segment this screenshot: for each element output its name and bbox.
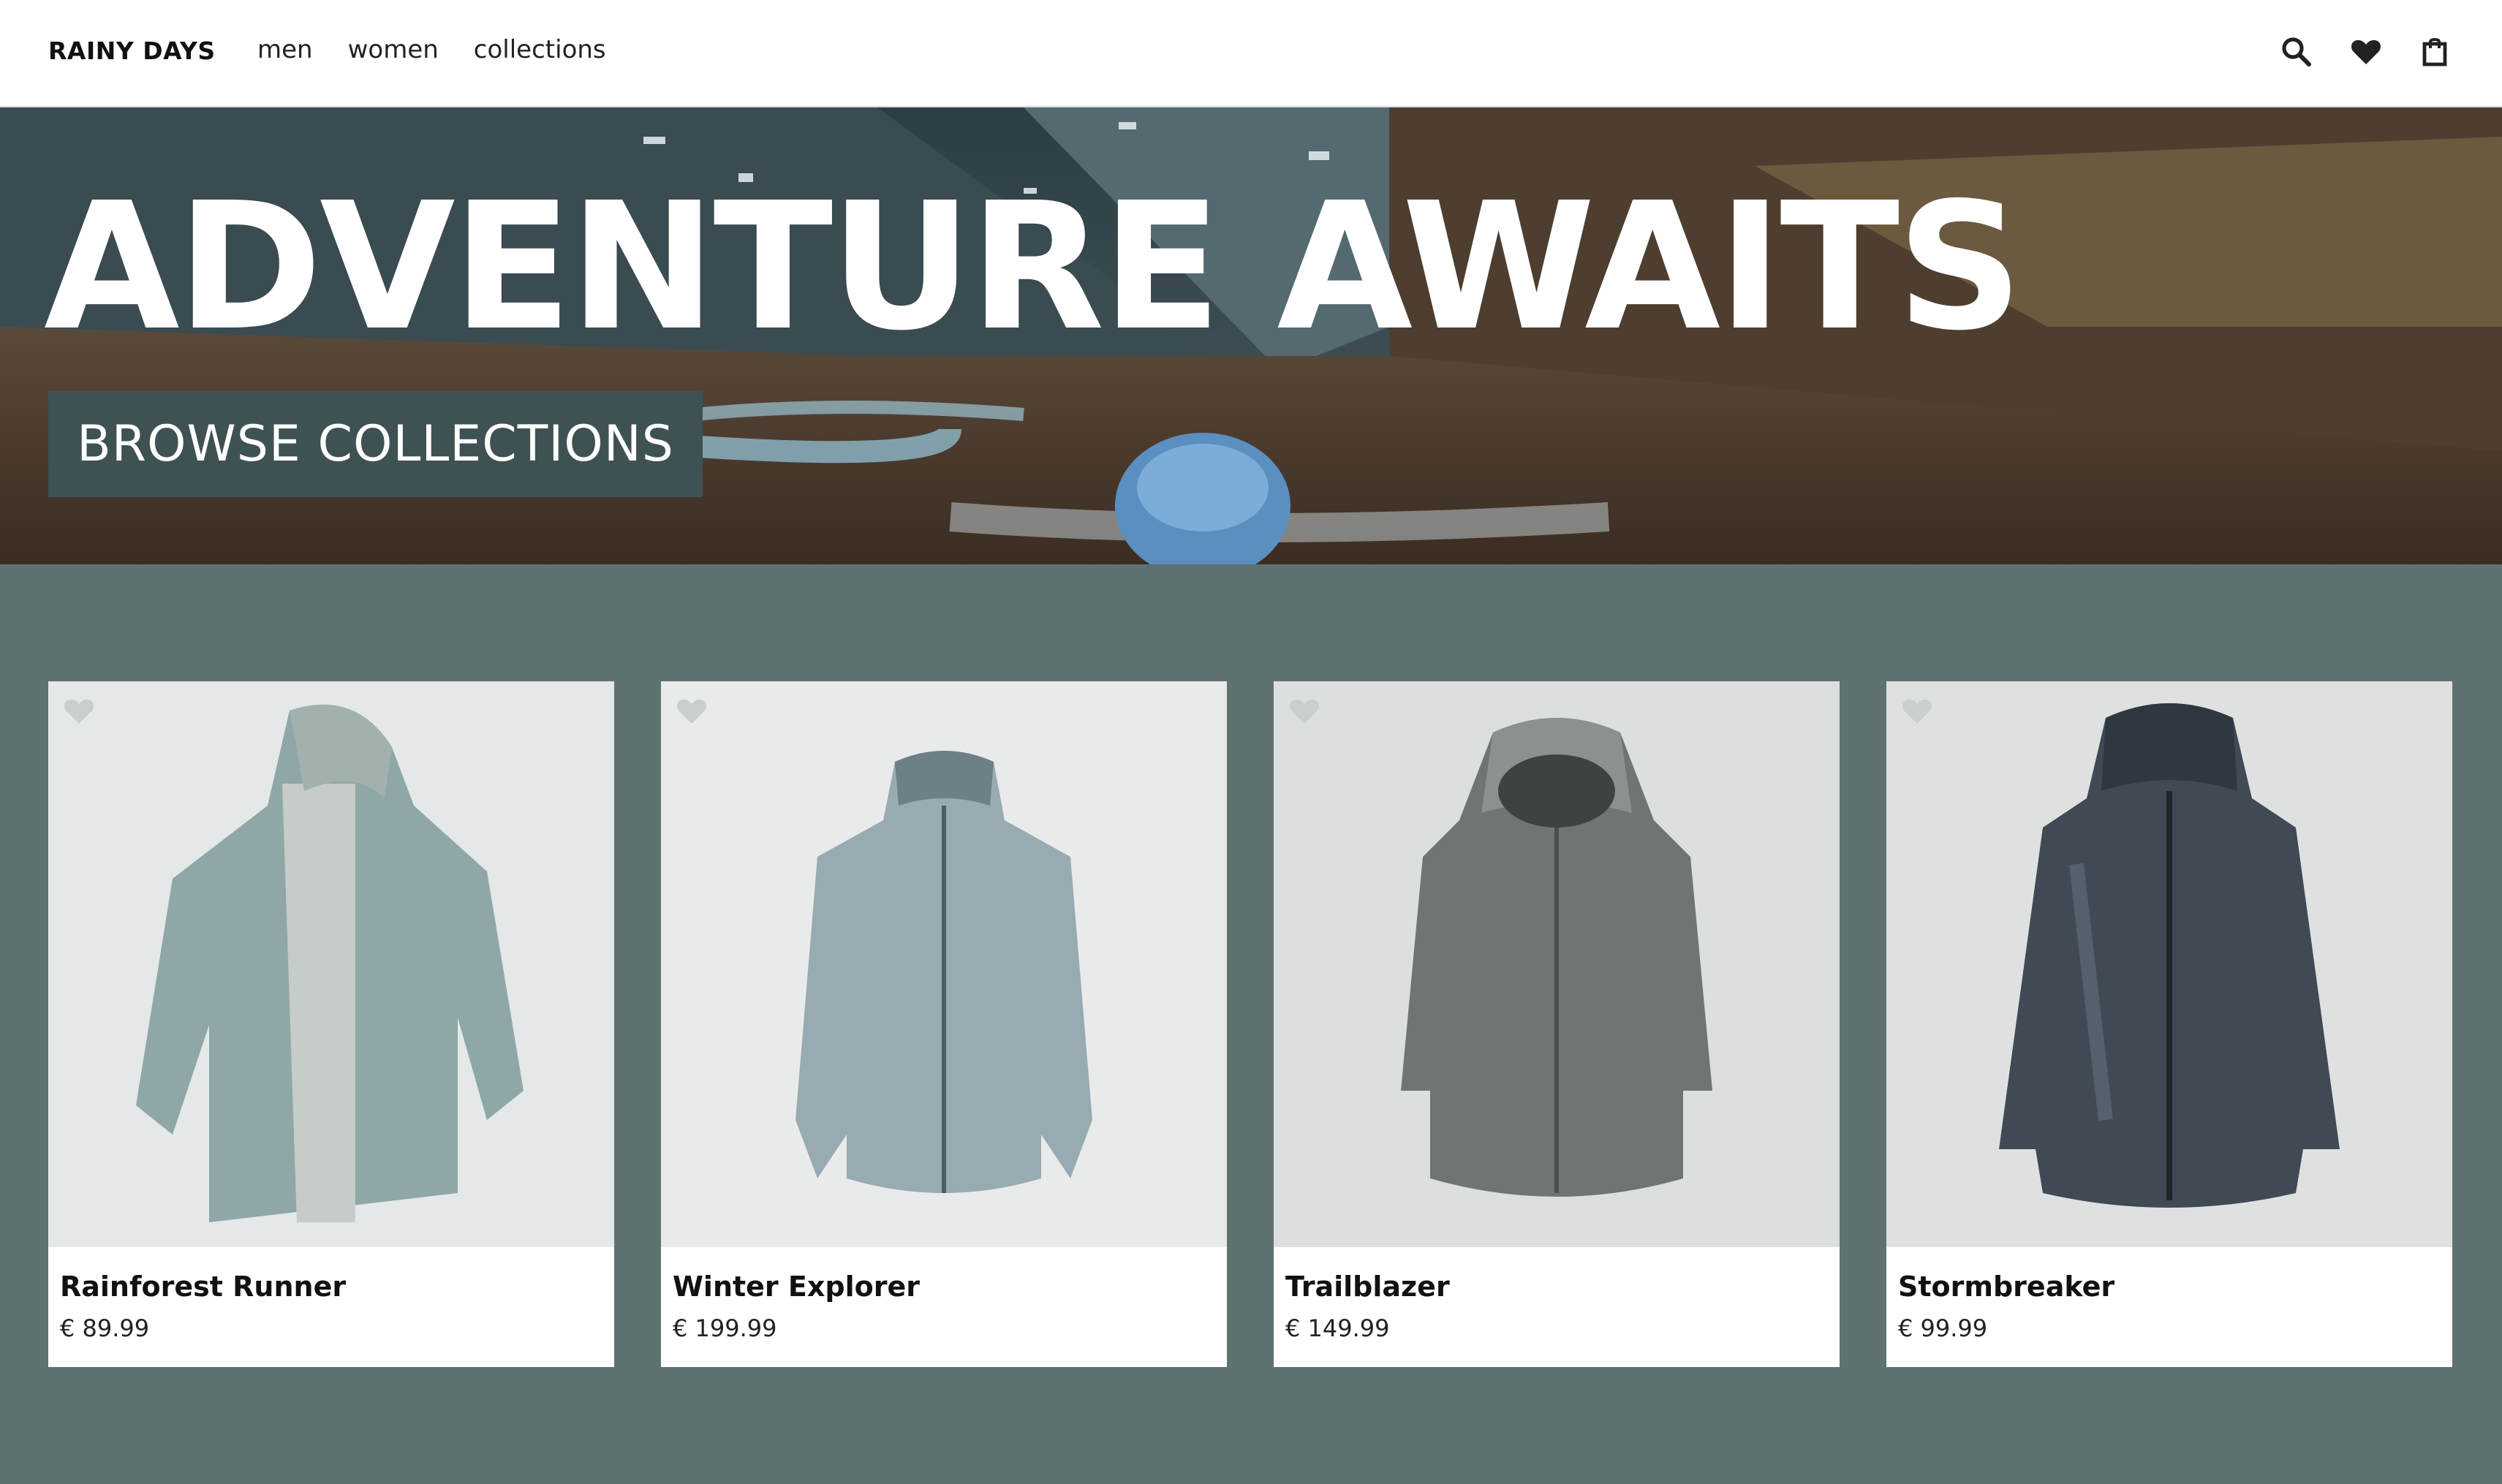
hero-banner: ADVENTURE AWAITS BROWSE COLLECTIONS xyxy=(0,107,2502,564)
hero-title: ADVENTURE AWAITS xyxy=(44,164,2023,369)
logo[interactable]: RAINY DAYS xyxy=(48,37,216,65)
product-image[interactable] xyxy=(1886,681,2452,1247)
product-name[interactable]: Trailblazer xyxy=(1285,1271,1450,1303)
product-name[interactable]: Rainforest Runner xyxy=(60,1271,346,1303)
nav-link-women[interactable]: women xyxy=(348,35,439,64)
product-card[interactable]: Rainforest Runner € 89.99 xyxy=(48,681,614,1367)
product-price: € 89.99 xyxy=(60,1314,150,1342)
main-nav: men women collections xyxy=(257,35,606,64)
product-price: € 149.99 xyxy=(1285,1314,1390,1342)
product-card[interactable]: Winter Explorer € 199.99 xyxy=(661,681,1227,1367)
product-image[interactable] xyxy=(661,681,1227,1247)
favorite-heart-icon[interactable] xyxy=(673,693,711,728)
product-name[interactable]: Winter Explorer xyxy=(673,1271,920,1303)
product-price: € 99.99 xyxy=(1898,1314,1988,1342)
product-image[interactable] xyxy=(1274,681,1840,1247)
favorite-heart-icon[interactable] xyxy=(1898,693,1936,728)
browse-collections-button[interactable]: BROWSE COLLECTIONS xyxy=(48,391,703,497)
product-name[interactable]: Stormbreaker xyxy=(1898,1271,2114,1303)
shopping-bag-icon[interactable] xyxy=(2414,31,2455,72)
product-image[interactable] xyxy=(48,681,614,1247)
site-header: RAINY DAYS men women collections xyxy=(0,0,2502,107)
favorite-heart-icon[interactable] xyxy=(1285,693,1323,728)
heart-icon[interactable] xyxy=(2346,31,2386,72)
nav-link-collections[interactable]: collections xyxy=(474,35,606,64)
nav-link-men[interactable]: men xyxy=(257,35,313,64)
product-card[interactable]: Stormbreaker € 99.99 xyxy=(1886,681,2452,1367)
product-price: € 199.99 xyxy=(673,1314,777,1342)
favorite-heart-icon[interactable] xyxy=(60,693,98,728)
product-card[interactable]: Trailblazer € 149.99 xyxy=(1274,681,1840,1367)
search-icon[interactable] xyxy=(2275,31,2316,72)
